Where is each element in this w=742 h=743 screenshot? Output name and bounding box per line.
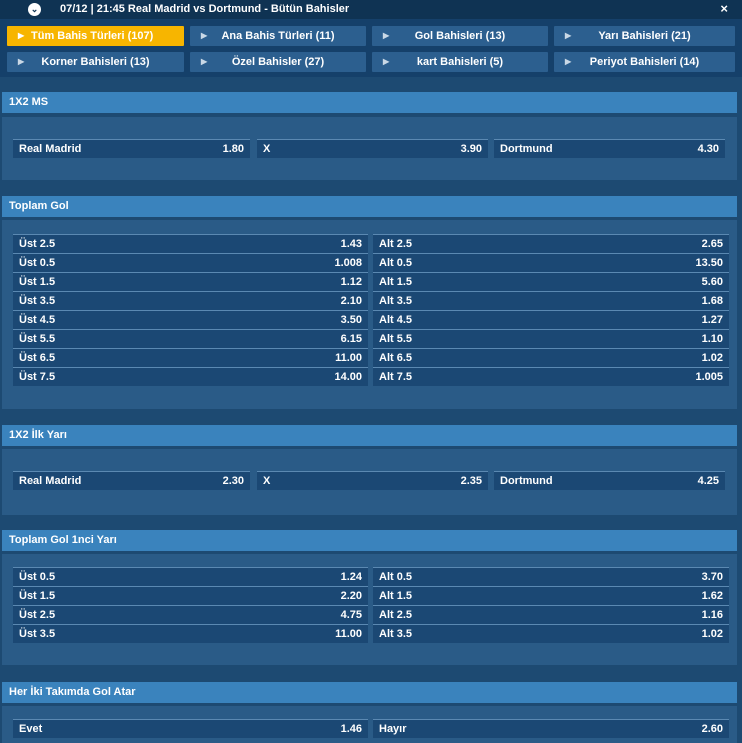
odd-row[interactable]: Üst 1.5 1.12: [13, 272, 368, 291]
odd-row[interactable]: Alt 3.5 1.68: [373, 291, 729, 310]
tab-special-bets[interactable]: ▶ Özel Bahisler (27): [190, 52, 366, 72]
odd-row[interactable]: Hayır 2.60: [373, 719, 729, 738]
odd-row[interactable]: Alt 7.5 1.005: [373, 367, 729, 386]
triangle-right-icon: ▶: [18, 31, 25, 40]
odd-row[interactable]: Alt 3.5 1.02: [373, 624, 729, 643]
tab-period-bets[interactable]: ▶ Periyot Bahisleri (14): [554, 52, 735, 72]
odd-row[interactable]: Üst 1.5 2.20: [13, 586, 368, 605]
section-body-total-goals: Üst 2.5 1.43 Alt 2.5 2.65 Üst 0.5 1.008 Alt…: [2, 220, 737, 409]
section-header-total-goals[interactable]: Toplam Gol: [2, 196, 737, 217]
odd-away[interactable]: Dortmund 4.25: [494, 471, 725, 490]
odd-row[interactable]: Üst 7.5 14.00: [13, 367, 368, 386]
tab-all-bets[interactable]: ▶ Tüm Bahis Türleri (107): [7, 26, 184, 46]
odd-row[interactable]: Üst 3.5 11.00: [13, 624, 368, 643]
section-body-1x2-ms: Real Madrid 1.80 X 3.90 Dortmund 4.30: [2, 117, 737, 180]
title-bar: ⌄ 07/12 | 21:45 Real Madrid vs Dortmund …: [0, 0, 742, 19]
odd-row[interactable]: Alt 0.5 3.70: [373, 567, 729, 586]
odd-home[interactable]: Real Madrid 2.30: [13, 471, 250, 490]
odd-row[interactable]: Üst 3.5 2.10: [13, 291, 368, 310]
odd-away[interactable]: Dortmund 4.30: [494, 139, 725, 158]
section-body-1x2-first-half: Real Madrid 2.30 X 2.35 Dortmund 4.25: [2, 449, 737, 515]
tab-card-bets[interactable]: ▶ kart Bahisleri (5): [372, 52, 548, 72]
odd-row[interactable]: Üst 2.5 1.43: [13, 234, 368, 253]
odd-row[interactable]: Evet 1.46: [13, 719, 368, 738]
odd-row[interactable]: Üst 0.5 1.008: [13, 253, 368, 272]
odd-row[interactable]: Alt 5.5 1.10: [373, 329, 729, 348]
odd-row[interactable]: Alt 2.5 2.65: [373, 234, 729, 253]
chevron-down-icon[interactable]: ⌄: [28, 3, 41, 16]
section-header-total-goals-first-half[interactable]: Toplam Gol 1nci Yarı: [2, 530, 737, 551]
section-body-total-goals-first-half: Üst 0.5 1.24 Alt 0.5 3.70 Üst 1.5 2.20 Alt …: [2, 554, 737, 665]
odd-row[interactable]: Alt 6.5 1.02: [373, 348, 729, 367]
odd-row[interactable]: Üst 6.5 11.00: [13, 348, 368, 367]
close-icon[interactable]: ×: [720, 1, 728, 16]
odd-home[interactable]: Real Madrid 1.80: [13, 139, 250, 158]
section-header-1x2-first-half[interactable]: 1X2 İlk Yarı: [2, 425, 737, 446]
odd-row[interactable]: Alt 2.5 1.16: [373, 605, 729, 624]
odd-row[interactable]: Üst 5.5 6.15: [13, 329, 368, 348]
section-header-1x2-ms[interactable]: 1X2 MS: [2, 92, 737, 113]
section-header-both-teams-score[interactable]: Her İki Takımda Gol Atar: [2, 682, 737, 703]
odd-row[interactable]: Alt 1.5 1.62: [373, 586, 729, 605]
page-title: 07/12 | 21:45 Real Madrid vs Dortmund - …: [60, 3, 350, 15]
tab-main-bets[interactable]: ▶ Ana Bahis Türleri (11): [190, 26, 366, 46]
tab-corner-bets[interactable]: ▶ Korner Bahisleri (13): [7, 52, 184, 72]
tab-goal-bets[interactable]: ▶ Gol Bahisleri (13): [372, 26, 548, 46]
odd-row[interactable]: Alt 1.5 5.60: [373, 272, 729, 291]
odd-row[interactable]: Üst 4.5 3.50: [13, 310, 368, 329]
tab-bar: ▶ Tüm Bahis Türleri (107) ▶ Ana Bahis Türl…: [0, 19, 742, 77]
odd-draw[interactable]: X 3.90: [257, 139, 488, 158]
tab-half-bets[interactable]: ▶ Yarı Bahisleri (21): [554, 26, 735, 46]
odd-row[interactable]: Alt 4.5 1.27: [373, 310, 729, 329]
odd-draw[interactable]: X 2.35: [257, 471, 488, 490]
section-body-both-teams-score: Evet 1.46 Hayır 2.60: [2, 706, 737, 743]
odd-row[interactable]: Alt 0.5 13.50: [373, 253, 729, 272]
odd-row[interactable]: Üst 2.5 4.75: [13, 605, 368, 624]
odd-row[interactable]: Üst 0.5 1.24: [13, 567, 368, 586]
